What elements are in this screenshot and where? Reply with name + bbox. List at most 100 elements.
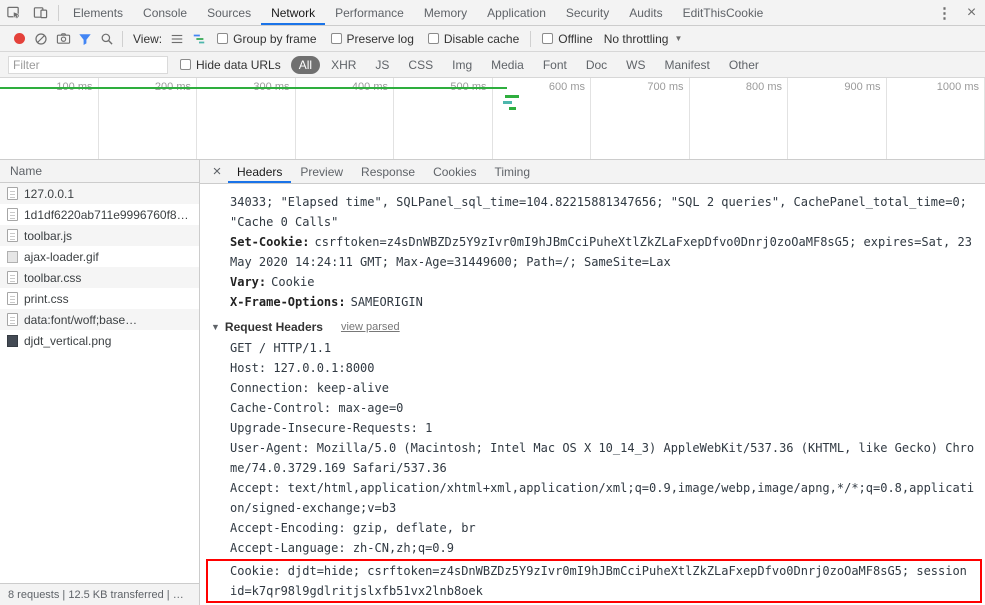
search-icon <box>101 33 113 45</box>
resource-type-filters: All XHR JS CSS Img Media Font Doc WS Man… <box>290 55 767 74</box>
tab-memory[interactable]: Memory <box>414 0 477 25</box>
header-value-overflow: 34033; "Elapsed time", SQLPanel_sql_time… <box>230 195 967 229</box>
tab-preview[interactable]: Preview <box>291 160 352 183</box>
raw-request-line: Connection: keep-alive <box>230 381 389 395</box>
checkbox-box <box>217 33 229 44</box>
disable-cache-checkbox[interactable]: Disable cache <box>427 31 520 46</box>
tick-label: 1000 ms <box>936 81 979 93</box>
disable-cache-label: Disable cache <box>443 31 520 46</box>
requests-list: 127.0.0.1 1d1df6220ab711e9996760f8… tool… <box>0 183 199 583</box>
tab-security[interactable]: Security <box>556 0 619 25</box>
triangle-down-icon[interactable]: ▼ <box>211 317 220 337</box>
timeline-overview[interactable]: 100 ms 200 ms 300 ms 400 ms 500 ms 600 m… <box>0 78 985 160</box>
raw-request-line: Accept: text/html,application/xhtml+xml,… <box>230 481 975 515</box>
filter-pill-xhr[interactable]: XHR <box>323 56 364 74</box>
raw-request-line: GET / HTTP/1.1 <box>230 341 332 355</box>
filter-pill-media[interactable]: Media <box>483 56 532 74</box>
filter-pill-ws[interactable]: WS <box>618 56 653 74</box>
response-header-x-frame-options: X-Frame-Options: SAMEORIGIN <box>230 292 985 312</box>
filter-input[interactable] <box>8 55 168 74</box>
tab-timing[interactable]: Timing <box>485 160 539 183</box>
header-value: SAMEORIGIN <box>350 295 423 309</box>
request-name: data:font/woff;base… <box>24 312 138 327</box>
device-icon <box>33 7 48 19</box>
header-key: Vary: <box>230 275 267 289</box>
request-name: toolbar.js <box>24 228 73 243</box>
request-name: 1d1df6220ab711e9996760f8… <box>24 207 189 222</box>
filter-pill-css[interactable]: CSS <box>400 56 441 74</box>
request-headers-title: Request Headers <box>224 320 323 334</box>
close-details-icon[interactable]: × <box>206 160 228 183</box>
checkbox-box <box>427 33 439 44</box>
device-toolbar-button[interactable] <box>27 0 54 25</box>
large-request-rows-toggle[interactable] <box>166 29 188 49</box>
timeline-activity-line <box>0 87 507 89</box>
tab-application[interactable]: Application <box>477 0 556 25</box>
request-headers-section[interactable]: ▼ Request Headers view parsed <box>211 317 985 337</box>
stylesheet-icon <box>7 292 18 305</box>
waterfall-icon <box>193 34 205 43</box>
tab-editthiscookie[interactable]: EditThisCookie <box>673 0 774 25</box>
image-icon <box>7 334 18 347</box>
header-key: Set-Cookie: <box>230 235 310 249</box>
screenshot-capture-button[interactable] <box>52 29 74 49</box>
request-name: print.css <box>24 291 69 306</box>
tab-console[interactable]: Console <box>133 0 197 25</box>
request-row[interactable]: ajax-loader.gif <box>0 246 199 267</box>
preserve-log-label: Preserve log <box>346 31 414 46</box>
timeline-request-bar <box>503 101 512 104</box>
inspect-element-button[interactable] <box>0 0 27 25</box>
request-row[interactable]: 127.0.0.1 <box>0 183 199 204</box>
tab-elements[interactable]: Elements <box>63 0 133 25</box>
tab-network[interactable]: Network <box>261 0 325 25</box>
clear-button[interactable] <box>30 29 52 49</box>
raw-request-line: Accept-Encoding: gzip, deflate, br <box>230 521 476 535</box>
filter-pill-all[interactable]: All <box>290 55 321 74</box>
raw-request-line: Host: 127.0.0.1:8000 <box>230 361 375 375</box>
filter-pill-manifest[interactable]: Manifest <box>657 56 718 74</box>
request-row[interactable]: djdt_vertical.png <box>0 330 199 351</box>
tab-sources[interactable]: Sources <box>197 0 261 25</box>
offline-checkbox[interactable]: Offline <box>542 32 593 46</box>
separator <box>58 4 59 21</box>
filter-pill-img[interactable]: Img <box>444 56 480 74</box>
stylesheet-icon <box>7 271 18 284</box>
tab-response[interactable]: Response <box>352 160 424 183</box>
filter-pill-other[interactable]: Other <box>721 56 767 74</box>
record-button[interactable] <box>8 29 30 49</box>
request-row[interactable]: data:font/woff;base… <box>0 309 199 330</box>
view-parsed-link[interactable]: view parsed <box>341 317 400 337</box>
devtools-tab-bar: Elements Console Sources Network Perform… <box>0 0 985 26</box>
throttling-select[interactable]: No throttling ▼ <box>604 32 683 46</box>
group-by-frame-checkbox[interactable]: Group by frame <box>217 32 317 46</box>
request-row[interactable]: toolbar.js <box>0 225 199 246</box>
tab-headers[interactable]: Headers <box>228 160 291 183</box>
tab-bar-actions: ⋮ × <box>931 0 985 25</box>
separator <box>122 30 123 47</box>
filter-pill-js[interactable]: JS <box>367 56 397 74</box>
list-rows-icon <box>171 34 183 43</box>
filter-pill-font[interactable]: Font <box>535 56 575 74</box>
tab-cookies[interactable]: Cookies <box>424 160 485 183</box>
filter-pill-doc[interactable]: Doc <box>578 56 615 74</box>
raw-request-line: Cache-Control: max-age=0 <box>230 401 404 415</box>
filter-toggle-button[interactable] <box>74 29 96 49</box>
preserve-log-checkbox[interactable]: Preserve log <box>330 31 414 46</box>
tick-label: 700 ms <box>647 81 684 93</box>
network-filter-bar: Hide data URLs All XHR JS CSS Img Media … <box>0 52 985 78</box>
tab-performance[interactable]: Performance <box>325 0 414 25</box>
response-header-vary: Vary: Cookie <box>230 272 985 292</box>
headers-panel[interactable]: 34033; "Elapsed time", SQLPanel_sql_time… <box>200 184 985 605</box>
close-devtools-icon[interactable]: × <box>958 0 985 25</box>
request-row[interactable]: 1d1df6220ab711e9996760f8… <box>0 204 199 225</box>
search-button[interactable] <box>96 29 118 49</box>
tab-audits[interactable]: Audits <box>619 0 672 25</box>
more-options-icon[interactable]: ⋮ <box>931 0 958 25</box>
show-overview-toggle[interactable] <box>188 29 210 49</box>
request-row[interactable]: print.css <box>0 288 199 309</box>
hide-data-urls-checkbox[interactable]: Hide data URLs <box>180 58 281 72</box>
camera-icon <box>56 33 70 44</box>
column-header-name[interactable]: Name <box>0 160 199 183</box>
request-row[interactable]: toolbar.css <box>0 267 199 288</box>
cookie-highlight-box: Cookie: djdt=hide; csrftoken=z4sDnWBZDz5… <box>206 559 982 603</box>
